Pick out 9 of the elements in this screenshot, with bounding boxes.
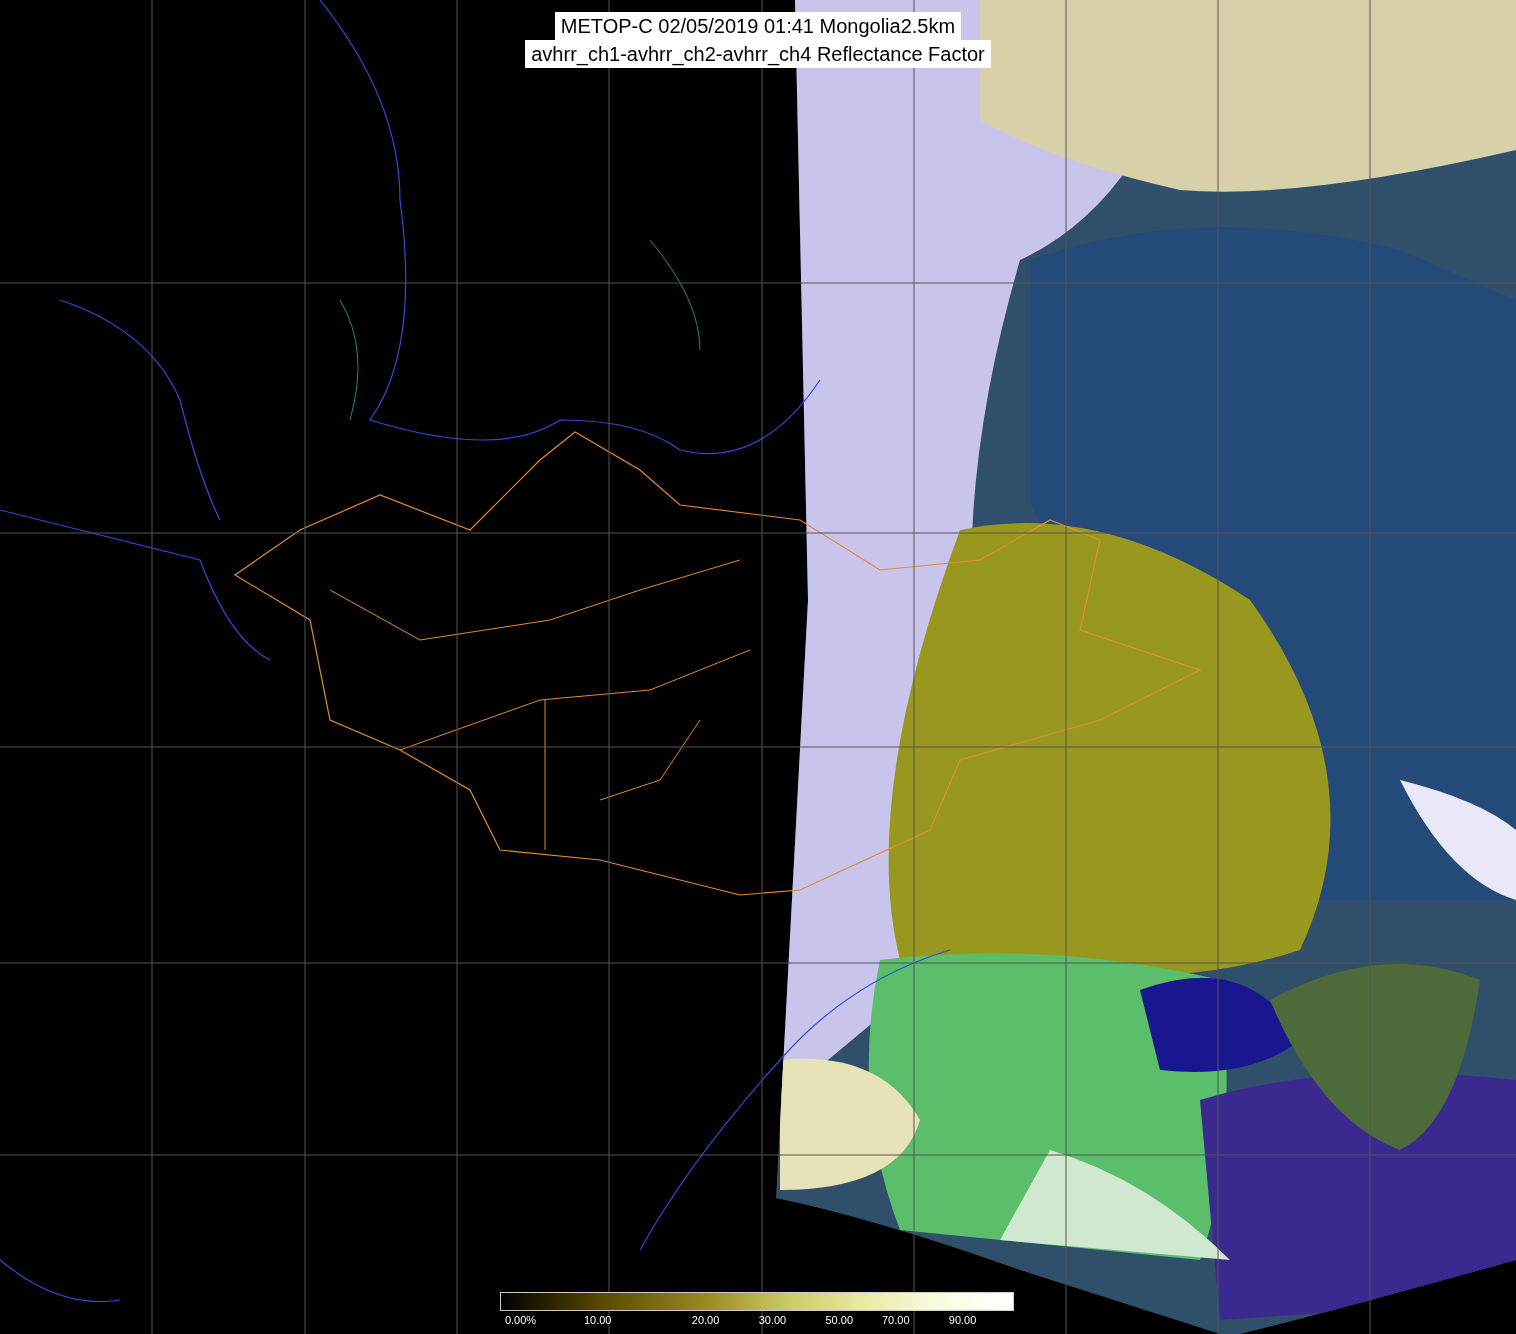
scale-label: 70.00 <box>882 1314 910 1326</box>
scale-label: 30.00 <box>758 1314 787 1326</box>
scale-label: 20.00 <box>691 1314 720 1326</box>
scale-label: 50.00 <box>825 1314 853 1326</box>
scale-label: 0.00% <box>504 1314 537 1326</box>
scale-label: 90.00 <box>948 1314 977 1326</box>
scale-label: 10.00 <box>583 1314 612 1326</box>
map-title: METOP-C 02/05/2019 01:41 Mongolia2.5km <box>554 12 962 40</box>
map-title: avhrr_ch1-avhrr_ch2-avhrr_ch4 Reflectance Factor <box>525 40 991 68</box>
